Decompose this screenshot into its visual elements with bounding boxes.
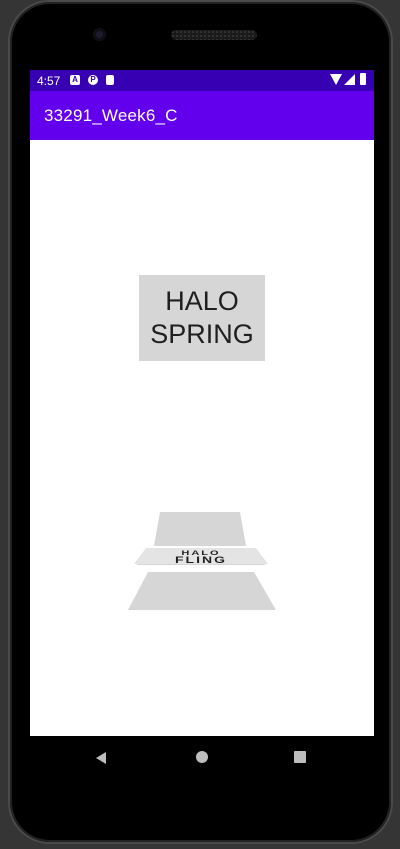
halo-spring-label-line2: SPRING bbox=[150, 319, 254, 349]
cell-signal-icon bbox=[344, 74, 355, 85]
back-icon[interactable] bbox=[96, 752, 106, 764]
recents-icon[interactable] bbox=[294, 751, 306, 763]
halo-spring-label-line1: HALO bbox=[165, 286, 239, 316]
navigation-bar bbox=[30, 736, 374, 782]
status-time: 4:57 bbox=[37, 74, 61, 88]
halo-fling-label-line2: FLING bbox=[175, 555, 227, 566]
fling-bottom-panel bbox=[128, 572, 276, 610]
status-bar: 4:57 A P bbox=[30, 70, 374, 91]
app-bar: 33291_Week6_C bbox=[30, 91, 374, 140]
fling-top-panel bbox=[154, 512, 246, 546]
battery-icon bbox=[360, 73, 366, 85]
home-icon[interactable] bbox=[196, 751, 208, 763]
a-notification-icon: A bbox=[70, 75, 80, 85]
device-screen: 4:57 A P 33291_Week6_C HALO SPRING HALO … bbox=[30, 70, 374, 736]
wifi-icon bbox=[330, 74, 342, 85]
front-camera-icon bbox=[93, 28, 106, 41]
p-notification-icon: P bbox=[88, 75, 98, 85]
halo-fling-button[interactable]: HALO FLING bbox=[126, 510, 276, 615]
halo-spring-button[interactable]: HALO SPRING bbox=[139, 275, 265, 361]
sd-card-icon bbox=[106, 75, 114, 85]
app-title: 33291_Week6_C bbox=[44, 106, 178, 125]
earpiece-speaker bbox=[171, 30, 257, 40]
